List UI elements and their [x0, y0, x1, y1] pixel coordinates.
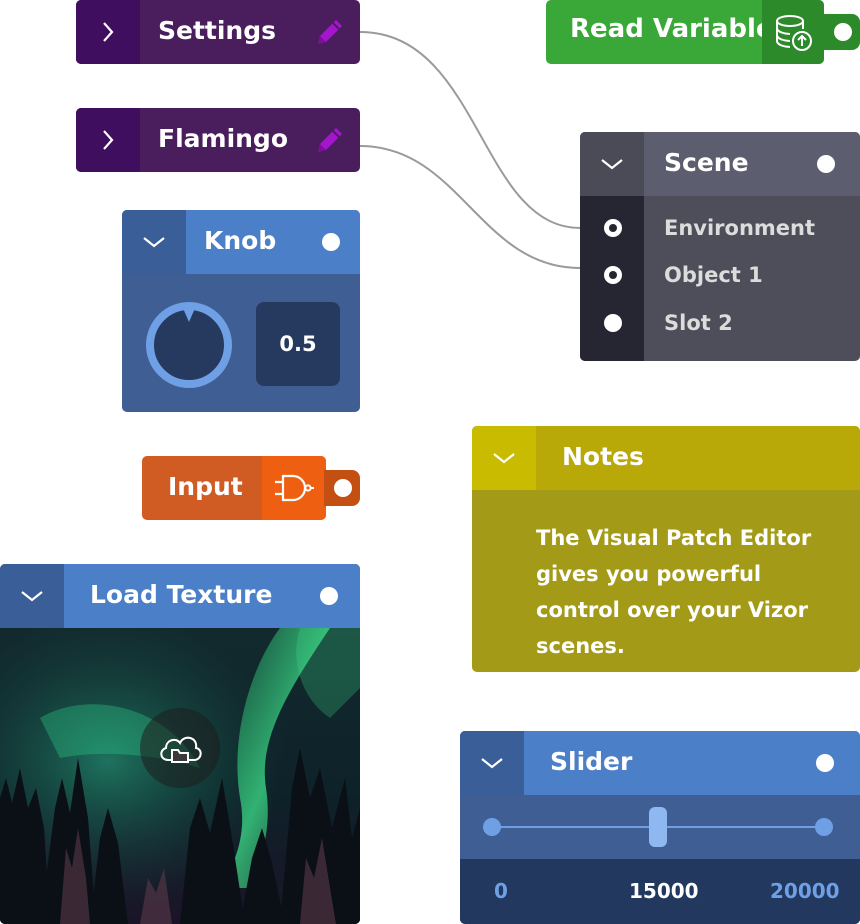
node-title: Slider	[550, 747, 633, 776]
collapse-button[interactable]	[460, 731, 524, 795]
cloud-folder-icon	[160, 736, 202, 763]
pencil-icon	[318, 20, 342, 44]
knob-dial[interactable]	[144, 300, 234, 390]
database-upload-button[interactable]	[762, 0, 824, 64]
slider-track-area[interactable]	[460, 795, 860, 859]
slot-row[interactable]: Environment	[580, 205, 860, 253]
input-node[interactable]: Input	[142, 456, 326, 520]
node-header: Load Texture	[0, 564, 360, 628]
slider-node[interactable]: Slider 0 15000 20000	[460, 731, 860, 924]
slider-track[interactable]	[460, 795, 860, 859]
read-variable-node[interactable]: Read Variable	[546, 0, 824, 64]
node-title: Notes	[562, 442, 644, 471]
expand-button[interactable]	[76, 108, 140, 172]
edit-button[interactable]	[314, 16, 346, 48]
chevron-right-icon	[103, 130, 114, 150]
chevron-down-icon	[21, 591, 43, 602]
collapse-button[interactable]	[0, 564, 64, 628]
node-title: Flamingo	[158, 124, 289, 153]
slider-min-endpoint	[483, 818, 501, 836]
node-title: Knob	[204, 226, 277, 255]
logic-gate-button[interactable]	[262, 456, 326, 520]
output-port-tab[interactable]	[324, 470, 360, 506]
pencil-icon	[318, 128, 342, 152]
flamingo-node[interactable]: Flamingo	[76, 108, 360, 172]
node-header: Knob	[122, 210, 360, 274]
input-port-connected[interactable]	[604, 266, 622, 284]
collapse-button[interactable]	[580, 132, 644, 196]
slider-min-label: 0	[494, 879, 508, 903]
settings-node[interactable]: Settings	[76, 0, 360, 64]
scene-node[interactable]: Scene Environment Object 1 Slot 2	[580, 132, 860, 361]
node-title: Read Variable	[570, 14, 774, 44]
slot-label: Environment	[664, 216, 816, 240]
output-port[interactable]	[834, 23, 852, 41]
chevron-down-icon	[481, 758, 503, 769]
node-header: Slider	[460, 731, 860, 795]
slider-scale: 0 15000 20000	[460, 859, 860, 924]
collapse-button[interactable]	[472, 426, 536, 490]
input-port-connected[interactable]	[604, 219, 622, 237]
collapse-button[interactable]	[122, 210, 186, 274]
input-port[interactable]	[604, 314, 622, 332]
notes-node[interactable]: Notes The Visual Patch Editor gives you …	[472, 426, 860, 672]
output-port[interactable]	[322, 233, 340, 251]
slider-thumb	[649, 807, 667, 847]
node-title: Input	[168, 472, 243, 501]
output-port[interactable]	[334, 479, 352, 497]
chevron-right-icon	[103, 22, 114, 42]
node-title: Scene	[664, 148, 749, 177]
and-gate-icon	[275, 474, 314, 502]
slot-label: Object 1	[664, 263, 763, 287]
slider-max-label: 20000	[770, 879, 840, 903]
edit-button[interactable]	[314, 124, 346, 156]
output-port[interactable]	[816, 754, 834, 772]
knob-value-display: 0.5	[256, 302, 340, 386]
expand-button[interactable]	[76, 0, 140, 64]
load-texture-upload-button[interactable]	[140, 708, 220, 788]
output-port-tab[interactable]	[822, 14, 860, 50]
chevron-down-icon	[493, 453, 515, 464]
notes-text[interactable]: The Visual Patch Editor gives you powerf…	[536, 520, 836, 664]
slider-max-endpoint	[815, 818, 833, 836]
chevron-down-icon	[601, 159, 623, 170]
slot-row[interactable]: Slot 2	[580, 300, 860, 348]
chevron-down-icon	[143, 237, 165, 248]
node-header: Scene	[580, 132, 860, 196]
slot-label: Slot 2	[664, 311, 733, 335]
slider-value-label: 15000	[629, 879, 699, 903]
output-port[interactable]	[320, 587, 338, 605]
slot-row[interactable]: Object 1	[580, 252, 860, 300]
node-title: Settings	[158, 16, 277, 45]
node-header: Notes	[472, 426, 860, 490]
database-upload-icon	[776, 15, 812, 51]
knob-node[interactable]: Knob 0.5	[122, 210, 360, 412]
output-port[interactable]	[817, 155, 835, 173]
wire-flamingo-to-object1	[359, 145, 581, 269]
node-title: Load Texture	[90, 580, 273, 609]
